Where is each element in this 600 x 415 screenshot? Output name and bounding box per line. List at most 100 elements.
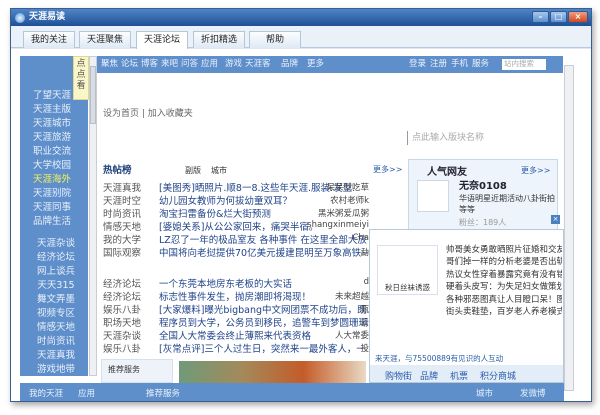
- link-tickets[interactable]: 机票: [450, 369, 468, 382]
- post-category[interactable]: 职场天地: [103, 315, 141, 329]
- nav-item[interactable]: 论坛: [121, 59, 138, 70]
- sidebar-item[interactable]: 视频专区: [24, 307, 88, 320]
- post-title[interactable]: 幼儿园女教师为何拔幼童双耳？: [159, 193, 292, 207]
- nav-item[interactable]: 来吧: [161, 59, 178, 70]
- post-title[interactable]: [灰常点评]三个人过生日，突然来一最外客人，一: [159, 341, 366, 355]
- post-author[interactable]: 未来超越: [335, 290, 369, 302]
- post-title[interactable]: 一个东莞本地房东老板的大实话: [159, 276, 292, 290]
- post-title[interactable]: 程序员到大学，公务员到移民，追警车到梦圆珊瑚: [159, 315, 368, 329]
- post-category[interactable]: 天涯时空: [103, 193, 141, 207]
- post-author[interactable]: shangxinmeiyi: [307, 220, 369, 230]
- popup-line[interactable]: 热议女性穿着暴露究竟有没有错: [446, 269, 562, 281]
- post-title[interactable]: LZ忍了一年的极品室友 各种事件 在这里全部大放: [159, 232, 367, 246]
- sidebar-item[interactable]: 天涯别院: [20, 187, 84, 200]
- post-category[interactable]: 国际观察: [103, 245, 141, 259]
- sidebar-item[interactable]: 天涯真我: [24, 349, 88, 362]
- post-author[interactable]: 人大常委: [335, 329, 369, 341]
- bottom-recommend[interactable]: 推荐服务: [146, 387, 180, 399]
- maximize-button[interactable]: □: [550, 11, 567, 23]
- tab-discount[interactable]: 折扣精选: [193, 31, 245, 48]
- bottom-my-tianya[interactable]: 我的天涯: [29, 387, 63, 399]
- nav-item[interactable]: 品牌: [281, 59, 298, 70]
- popup-footer[interactable]: 来天涯，与75500889有见识的人互动: [375, 353, 503, 364]
- minimize-button[interactable]: –: [532, 11, 549, 23]
- post-category[interactable]: 情感天地: [103, 219, 141, 233]
- nav-item[interactable]: 聚焦: [101, 59, 118, 70]
- post-author[interactable]: 农村老师k: [330, 194, 369, 206]
- post-category[interactable]: 经济论坛: [103, 289, 141, 303]
- nav-item[interactable]: 手机: [451, 59, 468, 70]
- bottom-city[interactable]: 城市: [476, 387, 493, 399]
- tab-my-follow[interactable]: 我的关注: [23, 31, 75, 48]
- nav-item[interactable]: 登录: [409, 59, 426, 70]
- nav-item[interactable]: 博客: [141, 59, 158, 70]
- sidebar-item[interactable]: 网上谈兵: [24, 265, 88, 278]
- banner-image[interactable]: [179, 361, 366, 383]
- post-author[interactable]: Cha: [352, 233, 369, 243]
- popup-line[interactable]: 各种邪恶图真让人目瞪口呆！图: [446, 294, 562, 306]
- sidebar-item[interactable]: 天涯同事: [20, 201, 84, 214]
- post-title[interactable]: 中国将向老挝提供70亿美元援建昆明至万象高铁~: [159, 245, 369, 259]
- sidebar-item[interactable]: 天涯杂谈: [24, 237, 88, 250]
- nav-item[interactable]: 天涯客: [245, 59, 271, 70]
- link-brand[interactable]: 品牌: [420, 369, 438, 382]
- sidebar-item[interactable]: 天涯主版: [20, 103, 84, 116]
- sidebar-item[interactable]: 职业交流: [20, 145, 84, 158]
- tab-forum[interactable]: 天涯论坛: [136, 31, 188, 49]
- post-author[interactable]: 甄: [360, 303, 369, 315]
- close-button[interactable]: ×: [568, 11, 588, 23]
- sidebar-item[interactable]: 天涯海外: [20, 173, 84, 186]
- nav-item[interactable]: 应用: [201, 59, 218, 70]
- tab-help[interactable]: 帮助: [249, 31, 301, 48]
- home-links[interactable]: 设为首页 | 加入收藏夹: [103, 106, 193, 119]
- nav-item[interactable]: 服务: [472, 59, 489, 70]
- post-category[interactable]: 我的大学: [103, 232, 141, 246]
- post-category[interactable]: 娱乐八卦: [103, 341, 141, 355]
- post-author[interactable]: 云: [360, 316, 369, 328]
- post-category[interactable]: 天涯真我: [103, 180, 141, 194]
- user-avatar[interactable]: [417, 180, 449, 212]
- post-category[interactable]: 娱乐八卦: [103, 302, 141, 316]
- post-category[interactable]: 时尚资讯: [103, 206, 141, 220]
- sidebar-item[interactable]: 天涯旅游: [20, 131, 84, 144]
- dian-dian-kan-tab[interactable]: 点点看: [73, 56, 89, 100]
- nav-item[interactable]: 问答: [181, 59, 198, 70]
- popup-line[interactable]: 街头卖鞋垫，百岁老人养老模式: [446, 306, 562, 318]
- popup-line[interactable]: 帅哥美女勇敢晒照片征婚和交友: [446, 244, 562, 256]
- post-author[interactable]: 投: [360, 342, 369, 354]
- tab-focus[interactable]: 天涯聚焦: [79, 31, 131, 48]
- sidebar-item[interactable]: 舞文弄墨: [24, 293, 88, 306]
- post-category[interactable]: 经济论坛: [103, 276, 141, 290]
- post-author[interactable]: 黑米粥爱瓜粥: [318, 207, 369, 219]
- link-shopping[interactable]: 购物街: [385, 369, 412, 382]
- post-author[interactable]: 呆呆就吃草: [326, 181, 369, 193]
- popular-more-link[interactable]: 更多>>: [521, 165, 550, 176]
- sub-tab-fuban[interactable]: 副版: [185, 165, 201, 176]
- sidebar-item[interactable]: 经济论坛: [24, 251, 88, 264]
- sidebar-item[interactable]: 天涯城市: [20, 117, 84, 130]
- post-title[interactable]: [大家爆料]曝光bigbang中文网团票不成功后，既: [159, 302, 367, 316]
- right-scrollbar[interactable]: [564, 65, 574, 391]
- hot-more-link[interactable]: 更多>>: [373, 164, 402, 175]
- nav-item[interactable]: 注册: [430, 59, 447, 70]
- popup-line[interactable]: 哥们掉一样的分析老婆是否出轨: [446, 256, 562, 268]
- close-icon[interactable]: ×: [551, 215, 560, 224]
- left-scrollbar-thumb[interactable]: [90, 66, 96, 124]
- post-author[interactable]: 勐: [360, 246, 369, 258]
- sidebar-item[interactable]: 天天315: [24, 279, 88, 292]
- post-title[interactable]: [婆媳关系]从公公家回来，痛哭半宿。: [159, 219, 318, 233]
- sidebar-item[interactable]: 游戏地带: [24, 363, 88, 376]
- post-title[interactable]: 标志性事件发生，抛房潮即将渴现！: [159, 289, 311, 303]
- sidebar-item[interactable]: 情感天地: [24, 321, 88, 334]
- bottom-apps[interactable]: 应用: [78, 387, 95, 399]
- nav-item[interactable]: 游戏: [225, 59, 242, 70]
- nav-item[interactable]: 更多: [307, 59, 324, 70]
- post-title[interactable]: 全国人大常委会终止薄熙来代表资格: [159, 328, 311, 342]
- sidebar-item[interactable]: 时尚资讯: [24, 335, 88, 348]
- bottom-weibo[interactable]: 发微博: [520, 387, 546, 399]
- site-search-input[interactable]: 站内搜索: [502, 59, 546, 70]
- sidebar-item[interactable]: 品牌生活: [20, 215, 84, 228]
- board-search-input[interactable]: 点此输入版块名称: [407, 131, 559, 145]
- user-name[interactable]: 无奈0108: [459, 177, 507, 192]
- sidebar-item[interactable]: 大学校园: [20, 159, 84, 172]
